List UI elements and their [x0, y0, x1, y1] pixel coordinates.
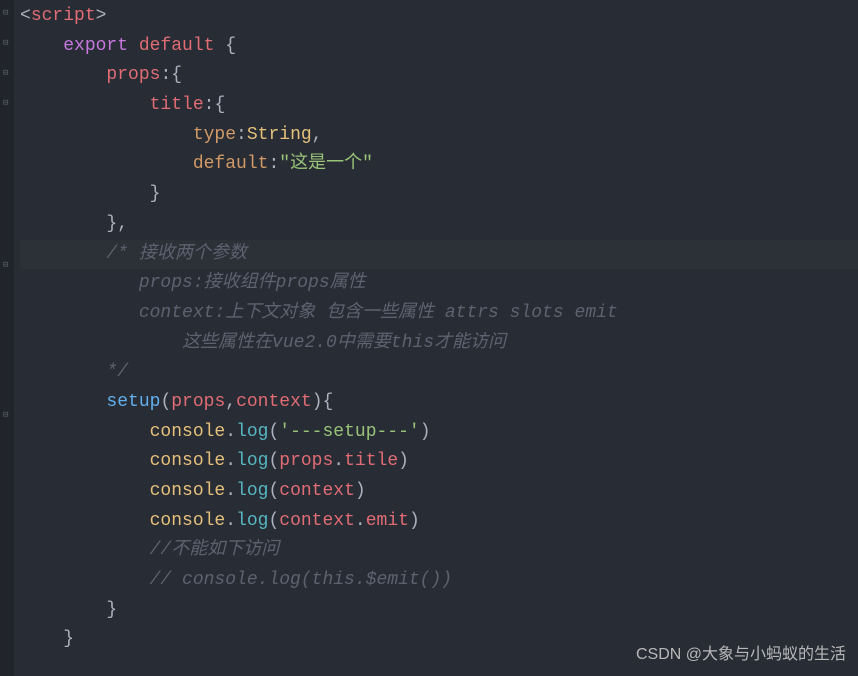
code-line: context:上下文对象 包含一些属性 attrs slots emit — [20, 299, 858, 329]
code-line: console.log('---setup---') — [20, 418, 858, 448]
fold-icon[interactable]: ⊟ — [3, 408, 11, 416]
code-line: // console.log(this.$emit()) — [20, 566, 858, 596]
code-line: console.log(props.title) — [20, 447, 858, 477]
code-line: 这些属性在vue2.0中需要this才能访问 — [20, 329, 858, 359]
code-line: } — [20, 180, 858, 210]
watermark: CSDN @大象与小蚂蚁的生活 — [636, 642, 846, 668]
code-line: title:{ — [20, 91, 858, 121]
code-line: console.log(context) — [20, 477, 858, 507]
code-line: }, — [20, 210, 858, 240]
fold-icon[interactable]: ⊟ — [3, 66, 11, 74]
fold-icon[interactable]: ⊟ — [3, 36, 11, 44]
code-line: */ — [20, 358, 858, 388]
code-line: //不能如下访问 — [20, 536, 858, 566]
code-editor[interactable]: <script> export default { props:{ title:… — [0, 0, 858, 655]
fold-icon[interactable]: ⊟ — [3, 6, 11, 14]
code-line: default:"这是一个" — [20, 150, 858, 180]
code-line: export default { — [20, 32, 858, 62]
code-line: props:{ — [20, 61, 858, 91]
fold-icon[interactable]: ⊟ — [3, 258, 11, 266]
code-line: props:接收组件props属性 — [20, 269, 858, 299]
code-line: type:String, — [20, 121, 858, 151]
code-line: /* 接收两个参数 — [20, 240, 858, 270]
fold-gutter: ⊟ ⊟ ⊟ ⊟ ⊟ ⊟ — [0, 0, 14, 676]
code-line: setup(props,context){ — [20, 388, 858, 418]
code-line: console.log(context.emit) — [20, 507, 858, 537]
code-line: } — [20, 596, 858, 626]
code-line: <script> — [20, 2, 858, 32]
fold-icon[interactable]: ⊟ — [3, 96, 11, 104]
